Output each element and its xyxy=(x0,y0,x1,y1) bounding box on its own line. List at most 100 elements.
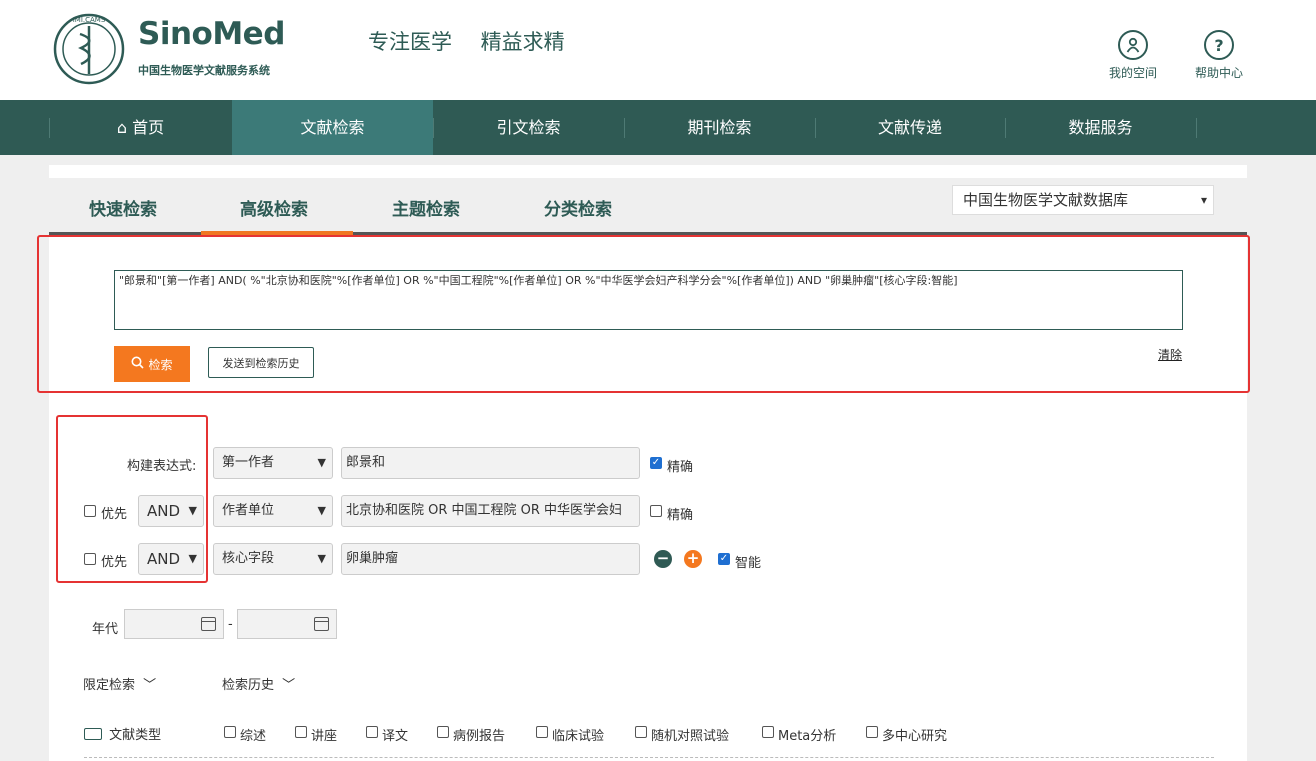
priority-label-row2: 优先 xyxy=(101,507,128,522)
clear-link[interactable]: 清除 xyxy=(1158,346,1182,363)
priority-label-row3: 优先 xyxy=(101,555,128,570)
field-select-value: 作者单位 xyxy=(222,503,275,518)
tab-subject-search[interactable]: 主题检索 xyxy=(392,195,460,220)
calendar-icon[interactable] xyxy=(201,617,216,631)
limit-search-toggle[interactable]: 限定检索 ﹀ xyxy=(83,674,156,693)
search-history-toggle[interactable]: 检索历史 ﹀ xyxy=(222,674,295,693)
help-icon: ? xyxy=(1204,30,1234,60)
doc-type-checkbox[interactable] xyxy=(224,726,236,738)
help-center-label: 帮助中心 xyxy=(1194,66,1243,80)
database-select[interactable]: 中国生物医学文献数据库 ▾ xyxy=(952,185,1214,215)
search-icon xyxy=(131,356,145,372)
slogan: 专注医学 精益求精 xyxy=(368,30,565,54)
search-button[interactable]: 检索 xyxy=(114,346,190,382)
exact-label-row1: 精确 xyxy=(667,460,694,475)
calendar-icon[interactable] xyxy=(314,617,329,631)
chevron-down-icon: ▼ xyxy=(317,504,326,517)
nav-item-label: 文献传递 xyxy=(877,118,942,137)
exact-label-row2: 精确 xyxy=(667,508,694,523)
cams-seal-logo: IMI.CAMS xyxy=(53,13,125,85)
doc-type-option: 译文 xyxy=(382,729,409,744)
field-select-value: 第一作者 xyxy=(222,455,275,470)
field-select-row2[interactable]: 作者单位 ▼ xyxy=(213,495,333,527)
seal-text: IMI.CAMS xyxy=(73,16,106,24)
search-history-label: 检索历史 xyxy=(222,678,275,693)
term-input-row1[interactable]: 郎景和 xyxy=(341,447,640,479)
doc-type-heading: 文献类型 xyxy=(84,724,161,743)
tab-advanced-search[interactable]: 高级检索 xyxy=(240,195,308,220)
add-row-icon[interactable]: + xyxy=(684,550,702,568)
nav-item-literature-search[interactable]: 文献检索 xyxy=(232,100,433,155)
doc-type-checkbox[interactable] xyxy=(536,726,548,738)
nav-item-label: 数据服务 xyxy=(1068,118,1133,137)
chevron-down-icon: ▼ xyxy=(188,504,197,517)
year-start-input[interactable] xyxy=(124,609,224,639)
doc-type-option: 多中心研究 xyxy=(882,729,948,744)
chevron-down-icon: ▼ xyxy=(317,552,326,565)
term-input-row2[interactable]: 北京协和医院 OR 中国工程院 OR 中华医学会妇 xyxy=(341,495,640,527)
nav-item-label: 文献检索 xyxy=(300,118,365,137)
doc-type-checkbox[interactable] xyxy=(295,726,307,738)
query-expression-textarea[interactable]: "郎景和"[第一作者] AND( %"北京协和医院"%[作者单位] OR %"中… xyxy=(114,270,1183,330)
nav-item-label: 引文检索 xyxy=(496,118,561,137)
field-select-row3[interactable]: 核心字段 ▼ xyxy=(213,543,333,575)
section-divider xyxy=(84,757,1214,758)
field-select-value: 核心字段 xyxy=(222,551,275,566)
nav-item-journal-search[interactable]: 期刊检索 xyxy=(624,100,815,155)
site-header: IMI.CAMS SinoMed 中国生物医学文献服务系统 专注医学 精益求精 … xyxy=(0,0,1316,100)
nav-item-home[interactable]: ⌂ 首页 xyxy=(49,100,232,155)
doc-type-checkbox[interactable] xyxy=(437,726,449,738)
doc-type-option: 临床试验 xyxy=(552,729,605,744)
tab-quick-search[interactable]: 快速检索 xyxy=(89,195,157,220)
doc-type-option: 随机对照试验 xyxy=(651,729,730,744)
operator-select-row2[interactable]: AND ▼ xyxy=(138,495,204,527)
exact-checkbox-row1[interactable]: ✓ xyxy=(650,457,662,469)
smart-label-row3: 智能 xyxy=(735,556,762,571)
limit-search-label: 限定检索 xyxy=(83,678,136,693)
term-input-row3[interactable]: 卵巢肿瘤 xyxy=(341,543,640,575)
exact-checkbox-row2[interactable] xyxy=(650,505,662,517)
home-icon: ⌂ xyxy=(116,118,128,137)
doc-type-checkbox[interactable] xyxy=(762,726,774,738)
chevron-down-icon: ▼ xyxy=(188,552,197,565)
nav-separator xyxy=(1196,118,1197,138)
smart-checkbox-row3[interactable]: ✓ xyxy=(718,553,730,565)
nav-item-citation-search[interactable]: 引文检索 xyxy=(433,100,624,155)
doc-type-option: Meta分析 xyxy=(778,729,837,744)
field-select-row1[interactable]: 第一作者 ▼ xyxy=(213,447,333,479)
doc-type-icon xyxy=(84,728,102,740)
chevron-down-icon: ﹀ xyxy=(282,678,296,693)
priority-checkbox-row3[interactable] xyxy=(84,553,96,565)
doc-type-option: 综述 xyxy=(240,729,267,744)
brand-title[interactable]: SinoMed xyxy=(138,16,285,52)
database-select-value: 中国生物医学文献数据库 xyxy=(963,191,1129,209)
doc-type-option: 病例报告 xyxy=(453,729,506,744)
operator-select-row3[interactable]: AND ▼ xyxy=(138,543,204,575)
search-button-label: 检索 xyxy=(148,357,173,372)
my-space-label: 我的空间 xyxy=(1108,66,1157,80)
remove-row-icon[interactable]: − xyxy=(654,550,672,568)
help-center-link[interactable]: ? 帮助中心 xyxy=(1184,30,1254,81)
doc-type-label: 文献类型 xyxy=(109,728,162,743)
nav-item-document-delivery[interactable]: 文献传递 xyxy=(815,100,1005,155)
doc-type-checkbox[interactable] xyxy=(366,726,378,738)
year-end-input[interactable] xyxy=(237,609,337,639)
year-label: 年代 xyxy=(92,622,119,637)
nav-item-label: 首页 xyxy=(132,118,165,137)
year-separator: - xyxy=(228,617,233,632)
operator-select-value: AND xyxy=(147,502,181,520)
doc-type-checkbox[interactable] xyxy=(635,726,647,738)
operator-select-value: AND xyxy=(147,550,181,568)
priority-checkbox-row2[interactable] xyxy=(84,505,96,517)
main-nav: ⌂ 首页 文献检索 引文检索 期刊检索 文献传递 数据服务 xyxy=(0,100,1316,155)
doc-type-checkbox[interactable] xyxy=(866,726,878,738)
nav-item-data-services[interactable]: 数据服务 xyxy=(1005,100,1196,155)
chevron-down-icon: ▼ xyxy=(317,456,326,469)
tab-classification-search[interactable]: 分类检索 xyxy=(544,195,612,220)
my-space-link[interactable]: 我的空间 xyxy=(1098,30,1168,81)
brand-subtitle: 中国生物医学文献服务系统 xyxy=(138,64,270,77)
nav-item-label: 期刊检索 xyxy=(687,118,752,137)
builder-label: 构建表达式: xyxy=(127,459,197,474)
doc-type-option: 讲座 xyxy=(311,729,338,744)
send-to-history-button[interactable]: 发送到检索历史 xyxy=(208,347,314,378)
